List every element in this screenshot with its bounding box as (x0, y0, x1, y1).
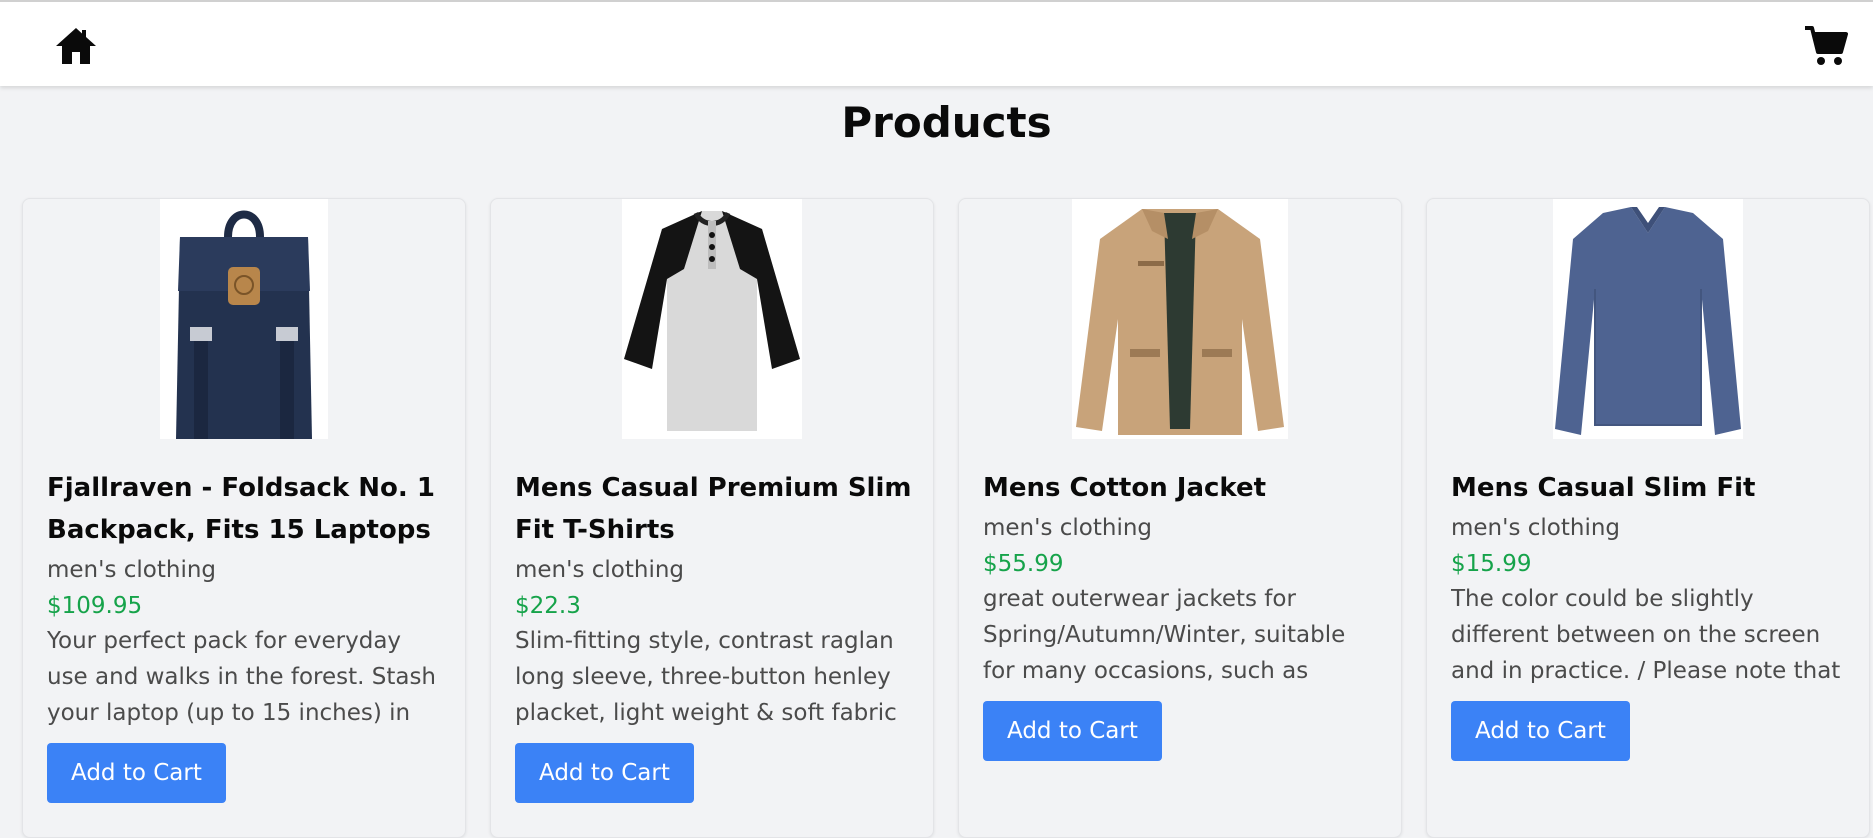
product-title[interactable]: Mens Casual Slim Fit (1451, 467, 1851, 509)
product-price: $55.99 (983, 551, 1064, 577)
product-card[interactable]: Mens Casual Premium Slim Fit T-Shirts me… (490, 198, 934, 838)
shopping-cart-icon (1805, 26, 1848, 65)
product-description: Your perfect pack for everyday use and w… (47, 628, 437, 726)
product-category: men's clothing (515, 557, 685, 583)
product-category: men's clothing (983, 515, 1153, 541)
product-price: $15.99 (1451, 551, 1532, 577)
product-image-container (491, 199, 933, 439)
add-to-cart-button[interactable]: Add to Cart (47, 743, 226, 803)
longsleeve-shirt-image[interactable] (1553, 199, 1743, 439)
product-category: men's clothing (47, 557, 217, 583)
add-to-cart-button[interactable]: Add to Cart (1451, 701, 1630, 761)
product-card[interactable]: Fjallraven - Foldsack No. 1 Backpack, Fi… (22, 198, 466, 838)
product-image-container (23, 199, 465, 439)
add-to-cart-button[interactable]: Add to Cart (983, 701, 1162, 761)
product-description: Slim-fitting style, contrast raglan long… (515, 628, 897, 726)
product-card[interactable]: Mens Cotton Jacket men's clothing $55.99… (958, 198, 1402, 838)
product-description: great outerwear jackets for Spring/Autum… (983, 586, 1346, 684)
product-image-container (1427, 199, 1869, 439)
product-title[interactable]: Mens Casual Premium Slim Fit T-Shirts (515, 467, 915, 551)
product-title[interactable]: Fjallraven - Foldsack No. 1 Backpack, Fi… (47, 467, 447, 551)
home-icon (56, 28, 96, 64)
cotton-jacket-image[interactable] (1072, 199, 1288, 439)
navbar (0, 0, 1873, 86)
home-button[interactable] (54, 26, 98, 66)
product-image-container (959, 199, 1401, 439)
add-to-cart-button[interactable]: Add to Cart (515, 743, 694, 803)
product-price: $109.95 (47, 593, 143, 619)
product-card[interactable]: Mens Casual Slim Fit men's clothing $15.… (1426, 198, 1870, 838)
product-title[interactable]: Mens Cotton Jacket (983, 467, 1383, 509)
product-category: men's clothing (1451, 515, 1621, 541)
raglan-tshirt-image[interactable] (622, 199, 802, 439)
backpack-image[interactable] (160, 199, 328, 439)
product-price: $22.3 (515, 593, 581, 619)
product-description: The color could be slightly different be… (1451, 586, 1841, 684)
cart-button[interactable] (1804, 25, 1848, 67)
page-title: Products (841, 98, 1052, 147)
